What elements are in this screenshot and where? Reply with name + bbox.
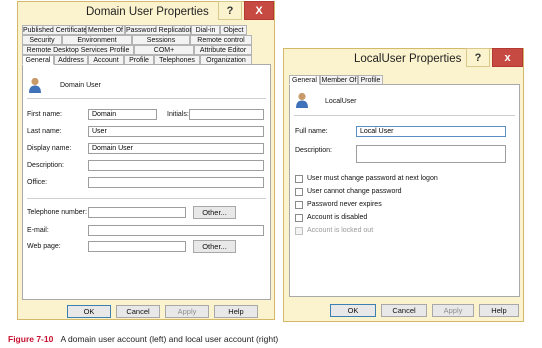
web-page-other-button[interactable]: Other... <box>193 240 236 253</box>
must-change-password-checkbox[interactable] <box>295 175 303 183</box>
full-name-input[interactable]: Local User <box>356 126 506 137</box>
tab-attribute-editor[interactable]: Attribute Editor <box>194 45 252 55</box>
password-never-expires-checkbox[interactable] <box>295 201 303 209</box>
help-title-button[interactable]: ? <box>466 48 490 67</box>
office-input[interactable] <box>88 177 264 188</box>
dialog-title: Domain User Properties <box>86 6 209 18</box>
cancel-button[interactable]: Cancel <box>381 304 427 317</box>
ok-button[interactable]: OK <box>330 304 376 317</box>
help-button[interactable]: Help <box>479 304 519 317</box>
tab-com-plus[interactable]: COM+ <box>134 45 194 55</box>
figure-number: Figure 7-10 <box>8 334 54 344</box>
divider <box>27 98 266 99</box>
must-change-password-label: User must change password at next logon <box>307 175 438 182</box>
help-button[interactable]: Help <box>214 305 258 318</box>
tab-remote-desktop-services-profile[interactable]: Remote Desktop Services Profile <box>22 45 134 55</box>
apply-button[interactable]: Apply <box>165 305 209 318</box>
password-never-expires-label: Password never expires <box>307 201 382 208</box>
close-button[interactable]: X <box>244 1 274 20</box>
office-label: Office: <box>27 179 48 186</box>
tab-general[interactable]: General <box>289 75 320 85</box>
first-name-label: First name: <box>27 111 63 118</box>
account-disabled-label: Account is disabled <box>307 214 368 221</box>
cannot-change-password-checkbox[interactable] <box>295 188 303 196</box>
user-display-heading: Domain User <box>60 82 101 89</box>
initials-input[interactable] <box>189 109 264 120</box>
help-title-button[interactable]: ? <box>218 1 242 20</box>
telephone-other-button[interactable]: Other... <box>193 206 236 219</box>
cannot-change-password-label: User cannot change password <box>307 188 402 195</box>
general-tab-panel: LocalUser Full name: Local User Descript… <box>289 84 520 297</box>
web-page-input[interactable] <box>88 241 186 252</box>
divider <box>294 115 515 116</box>
first-name-input[interactable]: Domain <box>88 109 157 120</box>
email-label: E-mail: <box>27 227 49 234</box>
telephone-number-input[interactable] <box>88 207 186 218</box>
tab-password-replication[interactable]: Password Replication <box>125 25 193 35</box>
tab-published-certificates[interactable]: Published Certificates <box>22 25 91 35</box>
web-page-label: Web page: <box>27 243 61 250</box>
telephone-number-label: Telephone number: <box>27 209 87 216</box>
local-user-properties-dialog: LocalUser Properties ? x General Member … <box>283 48 524 322</box>
account-locked-out-checkbox <box>295 227 303 235</box>
apply-button[interactable]: Apply <box>432 304 474 317</box>
full-name-label: Full name: <box>295 128 328 135</box>
tab-environment[interactable]: Environment <box>62 35 132 45</box>
last-name-label: Last name: <box>27 128 62 135</box>
tab-dial-in[interactable]: Dial-in <box>191 25 220 35</box>
user-icon <box>29 77 41 93</box>
ok-button[interactable]: OK <box>67 305 111 318</box>
tab-sessions[interactable]: Sessions <box>132 35 190 45</box>
initials-label: Initials: <box>167 111 189 118</box>
title-bar: Domain User Properties ? X <box>18 1 274 24</box>
tab-member-of[interactable]: Member Of <box>86 25 125 35</box>
user-icon <box>296 92 308 108</box>
figure-caption-text: A domain user account (left) and local u… <box>60 334 279 344</box>
domain-user-properties-dialog: Domain User Properties ? X Published Cer… <box>17 1 275 320</box>
tab-remote-control[interactable]: Remote control <box>190 35 252 45</box>
general-tab-panel: Domain User First name: Domain Initials:… <box>22 64 271 300</box>
divider <box>27 198 266 199</box>
description-label: Description: <box>295 147 332 154</box>
description-label: Description: <box>27 162 64 169</box>
dialog-title: LocalUser Properties <box>354 53 462 65</box>
email-input[interactable] <box>88 225 264 236</box>
account-locked-out-label: Account is locked out <box>307 227 374 234</box>
tab-object[interactable]: Object <box>220 25 247 35</box>
description-input[interactable] <box>356 145 506 163</box>
title-bar: LocalUser Properties ? x <box>284 48 523 71</box>
description-input[interactable] <box>88 160 264 171</box>
figure-caption: Figure 7-10 A domain user account (left)… <box>8 334 278 344</box>
close-button[interactable]: x <box>492 48 523 67</box>
display-name-input[interactable]: Domain User <box>88 143 264 154</box>
account-disabled-checkbox[interactable] <box>295 214 303 222</box>
user-display-heading: LocalUser <box>325 98 357 105</box>
tab-security[interactable]: Security <box>22 35 62 45</box>
display-name-label: Display name: <box>27 145 72 152</box>
last-name-input[interactable]: User <box>88 126 264 137</box>
tab-general[interactable]: General <box>22 55 54 65</box>
cancel-button[interactable]: Cancel <box>116 305 160 318</box>
